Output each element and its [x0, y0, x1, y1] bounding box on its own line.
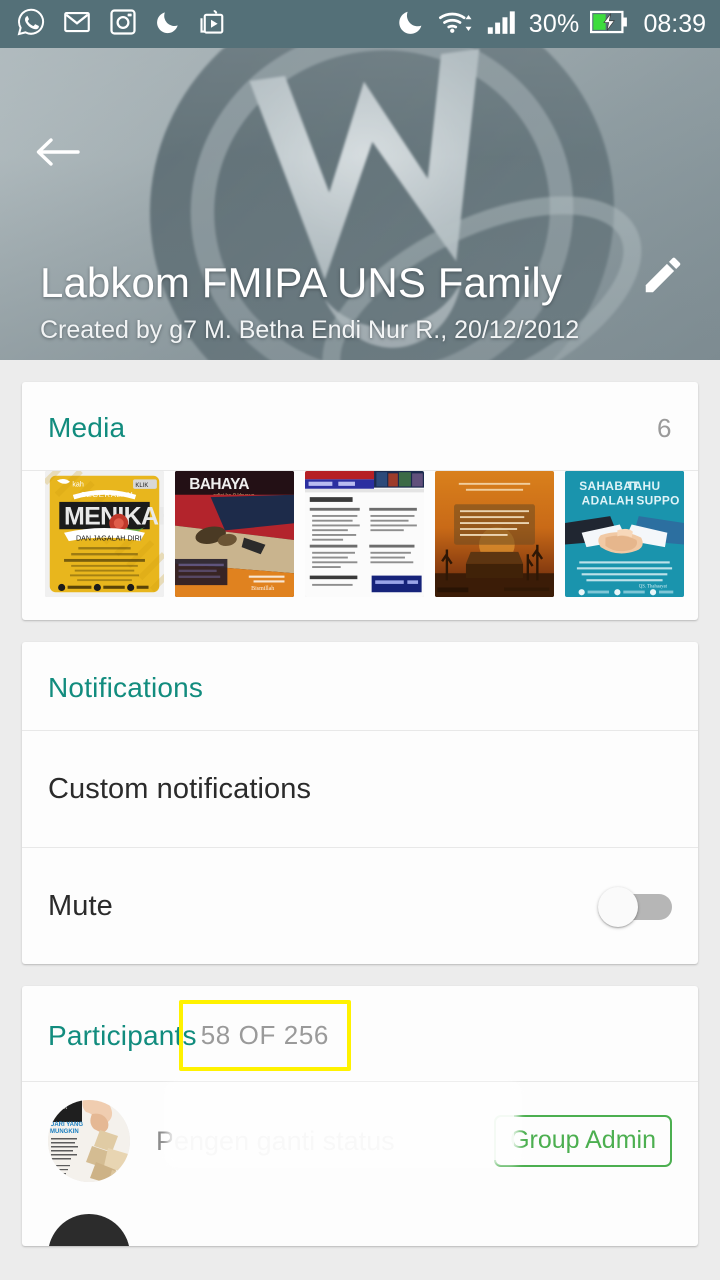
group-name: Labkom FMIPA UNS Family — [40, 259, 562, 306]
content-area: Media 6 kah KLIK SEGERALAH DAN JAGALAH D… — [0, 382, 720, 1246]
svg-text:SEGERALAH: SEGERALAH — [81, 490, 134, 499]
back-arrow-icon — [36, 138, 80, 166]
status-bar-system-icons: 30% 08:39 — [396, 7, 706, 42]
svg-text:QS. Thahaayat: QS. Thahaayat — [639, 584, 668, 589]
media-header[interactable]: Media 6 — [22, 382, 698, 470]
group-header-text: Labkom FMIPA UNS Family Created by g7 M.… — [40, 257, 600, 346]
participant-row-partial[interactable] — [22, 1200, 698, 1246]
document-screenshot-thumbnail[interactable] — [305, 471, 424, 597]
media-card: Media 6 kah KLIK SEGERALAH DAN JAGALAH D… — [22, 382, 698, 620]
handshake-poster-thumbnail[interactable]: SAHABAT TAHU ADALAH SUPPO QS. Thahaayat — [565, 471, 684, 597]
moon-icon — [396, 7, 426, 42]
participants-card: Participants 58 OF 256 JANGAN DARI YANG … — [22, 986, 698, 1246]
mute-row[interactable]: Mute — [22, 848, 698, 964]
red-dark-photo-thumbnail[interactable]: BAHAYA edisi ke-9 khusus — [175, 471, 294, 597]
svg-text:Bismillah: Bismillah — [251, 586, 274, 592]
edit-group-button[interactable] — [632, 244, 694, 306]
status-bar: 30% 08:39 — [0, 0, 720, 48]
status-bar-notification-icons — [16, 7, 228, 42]
group-created-by: Created by g7 M. Betha Endi Nur R., 20/1… — [40, 316, 580, 344]
avatar: JANGAN DARI YANG MUNGKIN — [48, 1100, 130, 1182]
whatsapp-icon — [16, 7, 46, 42]
svg-text:kah: kah — [72, 480, 84, 488]
pencil-icon — [645, 257, 681, 293]
battery-percent-label: 30% — [528, 9, 580, 38]
notifications-card: Notifications Custom notifications Mute — [22, 642, 698, 964]
signal-icon — [486, 9, 518, 40]
mute-toggle[interactable] — [598, 885, 672, 927]
toggle-knob — [598, 887, 638, 927]
play-store-icon — [198, 7, 228, 42]
back-button[interactable] — [30, 130, 84, 174]
svg-text:TAHU: TAHU — [627, 479, 661, 493]
group-info-screen: 30% 08:39 Labkom FMIPA UNS Family Create… — [0, 0, 720, 1280]
participant-info: Pengen ganti status — [156, 1125, 494, 1158]
avatar — [48, 1214, 130, 1246]
moon-icon — [154, 8, 182, 41]
participants-count-highlight: 58 OF 256 — [178, 1000, 351, 1071]
battery-charging-icon — [590, 9, 628, 40]
custom-notifications-label: Custom notifications — [48, 772, 312, 805]
media-thumbnail-strip: kah KLIK SEGERALAH MENIKAH DAN JAGALAH D… — [22, 471, 698, 620]
instagram-icon — [108, 7, 138, 42]
svg-text:DARI YANG: DARI YANG — [50, 1122, 83, 1128]
group-admin-badge[interactable]: Group Admin — [494, 1115, 672, 1167]
svg-text:BAHAYA: BAHAYA — [189, 476, 249, 493]
media-title: Media — [48, 412, 126, 443]
svg-text:ADALAH: ADALAH — [582, 493, 634, 507]
clock-label: 08:39 — [643, 9, 706, 38]
notifications-title: Notifications — [48, 672, 204, 703]
notifications-header: Notifications — [22, 642, 698, 730]
participants-header: Participants 58 OF 256 — [22, 986, 698, 1081]
svg-text:SUPPO: SUPPO — [636, 493, 679, 507]
participant-row[interactable]: JANGAN DARI YANG MUNGKIN Pengen ganti st… — [22, 1082, 698, 1200]
gmail-icon — [62, 7, 92, 42]
menikah-poster-thumbnail[interactable]: kah KLIK SEGERALAH MENIKAH DAN JAGALAH D… — [45, 471, 164, 597]
group-header: Labkom FMIPA UNS Family Created by g7 M.… — [0, 48, 720, 360]
sunset-scene-thumbnail[interactable] — [435, 471, 554, 597]
participants-title: Participants — [48, 1019, 197, 1051]
svg-text:KLIK: KLIK — [135, 483, 148, 489]
svg-text:JANGAN: JANGAN — [51, 1105, 67, 1110]
mute-label: Mute — [48, 889, 113, 922]
svg-text:MUNGKIN: MUNGKIN — [50, 1129, 79, 1135]
svg-text:DAN JAGALAH DIRI: DAN JAGALAH DIRI — [76, 535, 142, 543]
media-count: 6 — [656, 412, 672, 443]
participant-status: Pengen ganti status — [156, 1125, 395, 1156]
wifi-icon — [437, 7, 475, 42]
custom-notifications-row[interactable]: Custom notifications — [22, 731, 698, 847]
